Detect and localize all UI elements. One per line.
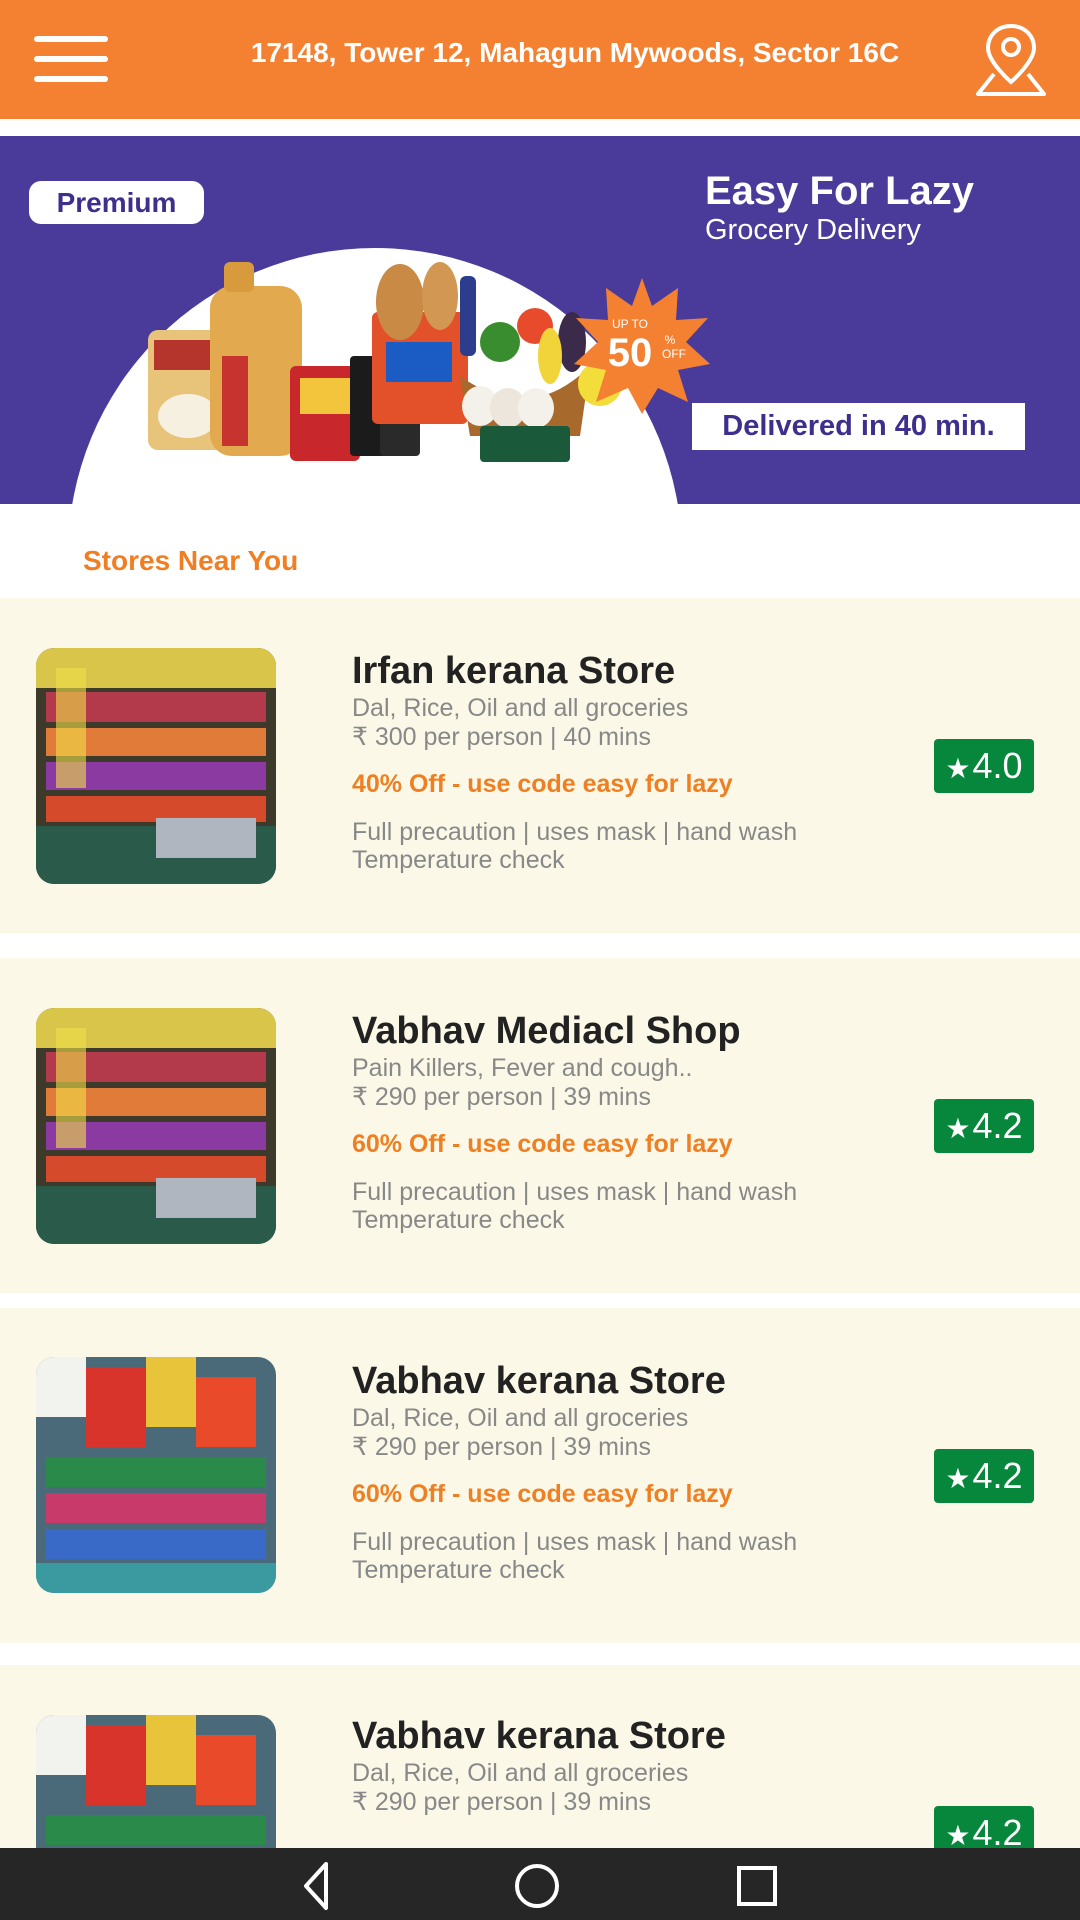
store-name[interactable]: Vabhav Mediacl Shop bbox=[352, 1010, 741, 1053]
store-offer: 40% Off - use code easy for lazy bbox=[352, 770, 733, 798]
store-image bbox=[36, 1715, 276, 1848]
discount-starburst-badge: UP TO 50 % OFF bbox=[574, 278, 710, 414]
location-pin-icon[interactable] bbox=[972, 22, 1050, 98]
store-category: Dal, Rice, Oil and all groceries bbox=[352, 1404, 689, 1432]
star-icon: ★ bbox=[945, 1463, 971, 1494]
groceries-illustration bbox=[148, 262, 622, 462]
store-price-time: ₹ 290 per person | 39 mins bbox=[352, 1788, 651, 1816]
store-image bbox=[36, 648, 276, 884]
system-navigation-bar bbox=[0, 1848, 1080, 1920]
store-price-time: ₹ 290 per person | 39 mins bbox=[352, 1433, 651, 1461]
store-price-time: ₹ 290 per person | 39 mins bbox=[352, 1083, 651, 1111]
store-category: Dal, Rice, Oil and all groceries bbox=[352, 1759, 689, 1787]
store-name[interactable]: Vabhav kerana Store bbox=[352, 1715, 726, 1758]
store-name[interactable]: Irfan kerana Store bbox=[352, 650, 675, 693]
store-price-time: ₹ 300 per person | 40 mins bbox=[352, 723, 651, 751]
section-title: Stores Near You bbox=[83, 545, 299, 576]
star-icon: ★ bbox=[945, 753, 971, 784]
recents-square-icon[interactable] bbox=[731, 1860, 783, 1912]
premium-badge: Premium bbox=[29, 181, 204, 224]
store-precaution: Full precaution | uses mask | hand wash bbox=[352, 818, 798, 846]
store-category: Dal, Rice, Oil and all groceries bbox=[352, 694, 689, 722]
offer-top-text: UP TO bbox=[612, 317, 648, 331]
rating-badge: ★4.0 bbox=[934, 739, 1034, 793]
rating-value: 4.2 bbox=[972, 1455, 1023, 1496]
store-precaution-extra: Temperature check bbox=[352, 1206, 565, 1234]
delivery-time-label: Delivered in 40 min. bbox=[692, 403, 1025, 450]
store-image bbox=[36, 1357, 276, 1593]
rating-value: 4.2 bbox=[972, 1105, 1023, 1146]
offer-percent-text: % bbox=[665, 333, 676, 347]
store-image bbox=[36, 1008, 276, 1244]
back-triangle-icon[interactable] bbox=[292, 1860, 344, 1912]
store-card[interactable]: Vabhav Mediacl Shop Pain Killers, Fever … bbox=[0, 958, 1080, 1293]
store-precaution: Full precaution | uses mask | hand wash bbox=[352, 1528, 798, 1556]
store-card[interactable]: Vabhav kerana Store Dal, Rice, Oil and a… bbox=[0, 1665, 1080, 1848]
store-card[interactable]: Vabhav kerana Store Dal, Rice, Oil and a… bbox=[0, 1308, 1080, 1643]
hamburger-menu-icon[interactable] bbox=[34, 36, 108, 82]
rating-badge: ★4.2 bbox=[934, 1099, 1034, 1153]
rating-badge: ★4.2 bbox=[934, 1806, 1034, 1848]
star-icon: ★ bbox=[945, 1113, 971, 1144]
rating-badge: ★4.2 bbox=[934, 1449, 1034, 1503]
store-name[interactable]: Vabhav kerana Store bbox=[352, 1360, 726, 1403]
app-header: 17148, Tower 12, Mahagun Mywoods, Sector… bbox=[0, 0, 1080, 119]
banner-subtitle: Grocery Delivery bbox=[705, 214, 921, 246]
rating-value: 4.2 bbox=[972, 1812, 1023, 1848]
offer-suffix-text: OFF bbox=[662, 347, 686, 361]
store-category: Pain Killers, Fever and cough.. bbox=[352, 1054, 693, 1082]
store-precaution-extra: Temperature check bbox=[352, 1556, 565, 1584]
delivery-address[interactable]: 17148, Tower 12, Mahagun Mywoods, Sector… bbox=[180, 37, 970, 69]
rating-value: 4.0 bbox=[972, 745, 1023, 786]
home-circle-icon[interactable] bbox=[511, 1860, 563, 1912]
store-offer: 60% Off - use code easy for lazy bbox=[352, 1480, 733, 1508]
store-card[interactable]: Irfan kerana Store Dal, Rice, Oil and al… bbox=[0, 598, 1080, 933]
banner-title: Easy For Lazy bbox=[705, 169, 975, 213]
offer-value-text: 50 bbox=[608, 331, 653, 375]
star-icon: ★ bbox=[945, 1820, 971, 1848]
promo-banner[interactable]: Premium Easy For Lazy Grocery Delivery U… bbox=[0, 136, 1080, 504]
store-precaution: Full precaution | uses mask | hand wash bbox=[352, 1178, 798, 1206]
store-offer: 60% Off - use code easy for lazy bbox=[352, 1130, 733, 1158]
store-precaution-extra: Temperature check bbox=[352, 846, 565, 874]
